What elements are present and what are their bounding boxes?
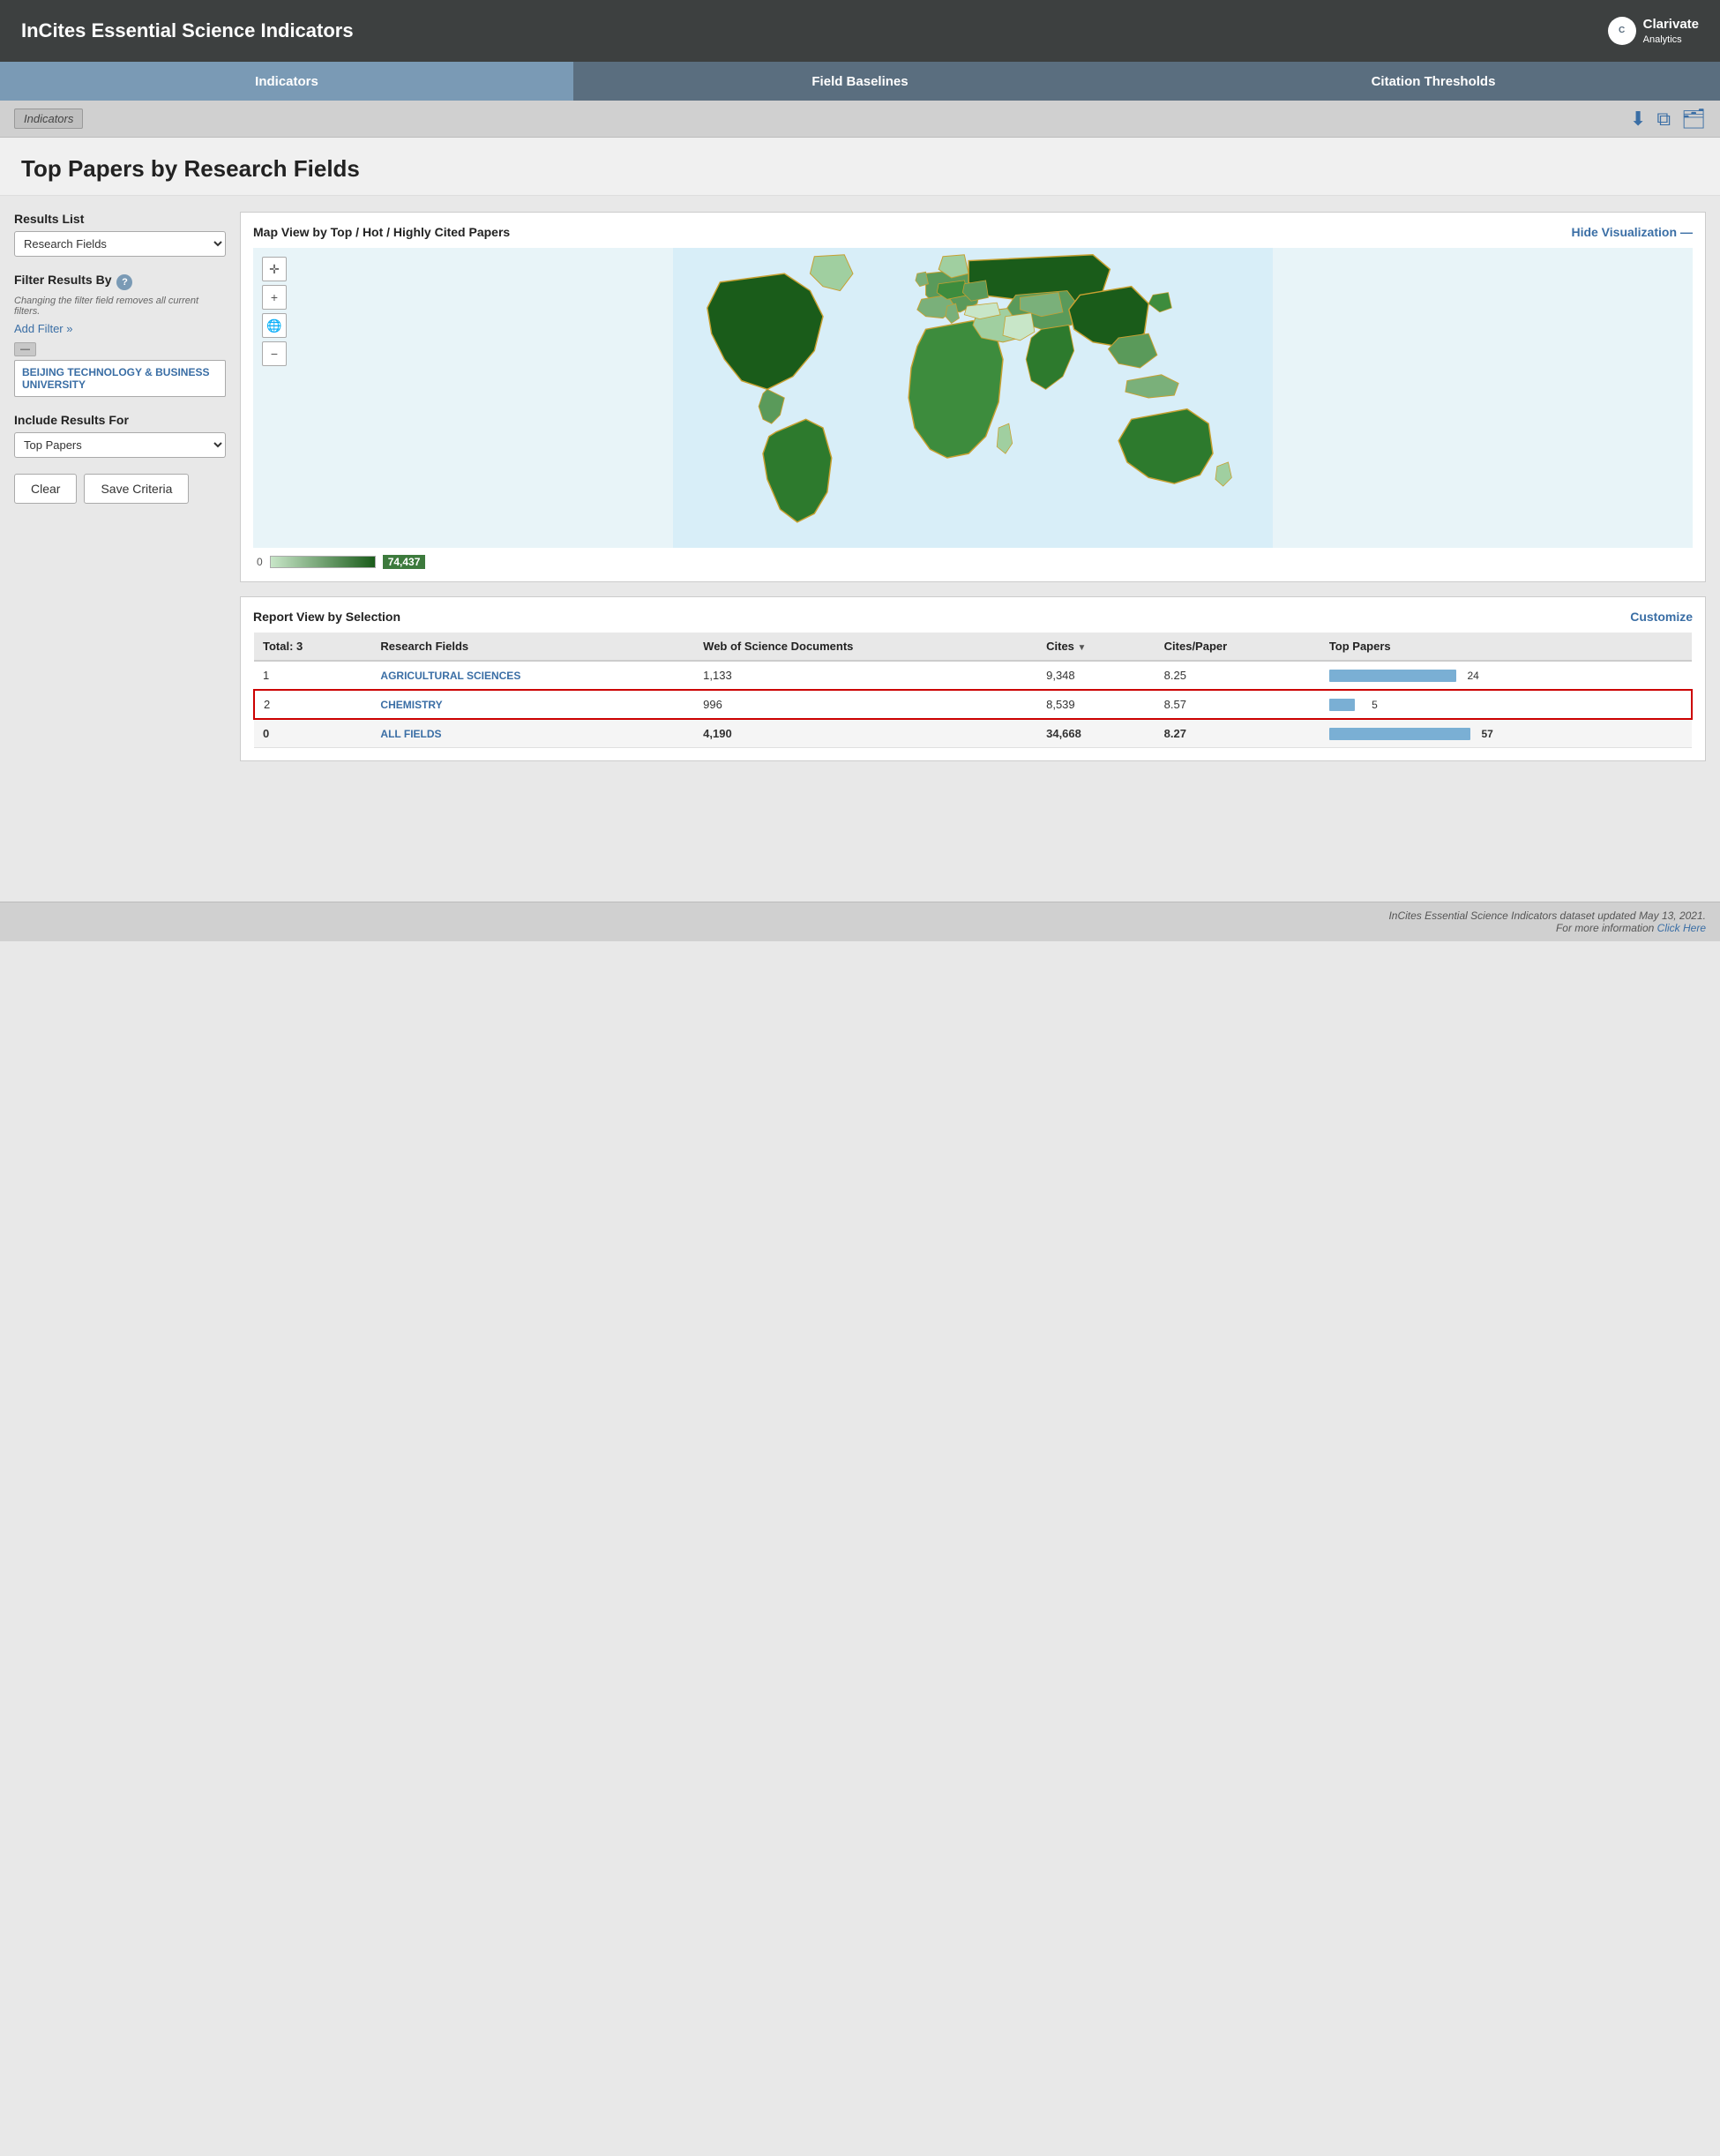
- include-results-section: Include Results For Top Papers Hot Paper…: [14, 413, 226, 458]
- col-wos-docs: Web of Science Documents: [694, 633, 1037, 661]
- cell-field[interactable]: AGRICULTURAL SCIENCES: [371, 661, 694, 690]
- filter-results-section: Filter Results By ? Changing the filter …: [14, 273, 226, 397]
- clear-button[interactable]: Clear: [14, 474, 77, 504]
- filter-results-label: Filter Results By: [14, 273, 111, 287]
- filter-help-icon[interactable]: ?: [116, 274, 132, 290]
- add-view-icon[interactable]: 🗂: [1681, 108, 1706, 131]
- cell-top-papers: 57: [1320, 719, 1692, 748]
- cell-cites: 34,668: [1037, 719, 1155, 748]
- cell-cites-per-paper: 8.27: [1155, 719, 1320, 748]
- col-cites[interactable]: Cites ▼: [1037, 633, 1155, 661]
- hide-visualization-button[interactable]: Hide Visualization —: [1571, 225, 1693, 239]
- main-nav: Indicators Field Baselines Citation Thre…: [0, 62, 1720, 101]
- col-cites-per-paper: Cites/Paper: [1155, 633, 1320, 661]
- cell-top-papers: 24: [1320, 661, 1692, 690]
- copy-icon[interactable]: ⧉: [1656, 108, 1671, 131]
- page-title: Top Papers by Research Fields: [21, 155, 1699, 183]
- table-row[interactable]: 0 ALL FIELDS 4,190 34,668 8.27 57: [254, 719, 1692, 748]
- cell-wos-docs: 996: [694, 690, 1037, 719]
- col-top-papers: Top Papers: [1320, 633, 1692, 661]
- logo-icon: C: [1608, 17, 1636, 45]
- page-title-area: Top Papers by Research Fields: [0, 138, 1720, 196]
- results-list-label: Results List: [14, 212, 226, 226]
- cell-rank: 0: [254, 719, 371, 748]
- globe-control[interactable]: 🌐: [262, 313, 287, 338]
- clarivate-logo: C Clarivate Analytics: [1608, 16, 1699, 46]
- cell-top-papers: 5: [1320, 690, 1692, 719]
- cell-cites-per-paper: 8.25: [1155, 661, 1320, 690]
- cell-cites: 8,539: [1037, 690, 1155, 719]
- footer-line1: InCites Essential Science Indicators dat…: [14, 910, 1706, 922]
- table-header-row: Total: 3 Research Fields Web of Science …: [254, 633, 1692, 661]
- customize-button[interactable]: Customize: [1630, 610, 1693, 624]
- map-header: Map View by Top / Hot / Highly Cited Pap…: [253, 225, 1693, 239]
- col-field: Research Fields: [371, 633, 694, 661]
- logo-brand: Clarivate: [1643, 16, 1699, 34]
- report-header: Report View by Selection Customize: [253, 610, 1693, 624]
- sidebar-buttons: Clear Save Criteria: [14, 474, 226, 504]
- cell-cites: 9,348: [1037, 661, 1155, 690]
- results-list-section: Results List Research Fields Countries/T…: [14, 212, 226, 257]
- nav-field-baselines[interactable]: Field Baselines: [573, 62, 1147, 101]
- cites-sort-arrow: ▼: [1078, 643, 1087, 653]
- main-content: Results List Research Fields Countries/T…: [0, 196, 1720, 902]
- legend-bar: [270, 556, 376, 568]
- zoom-in-control[interactable]: +: [262, 285, 287, 310]
- add-filter-link[interactable]: Add Filter »: [14, 322, 226, 335]
- filter-value-box: BEIJING TECHNOLOGY & BUSINESS UNIVERSITY: [14, 360, 226, 397]
- footer: InCites Essential Science Indicators dat…: [0, 902, 1720, 941]
- app-header: InCites Essential Science Indicators C C…: [0, 0, 1720, 62]
- pan-control[interactable]: ✛: [262, 257, 287, 281]
- toolbar: Indicators ⬇ ⧉ 🗂: [0, 101, 1720, 138]
- col-rank: Total: 3: [254, 633, 371, 661]
- footer-line2: For more information: [1556, 922, 1654, 934]
- download-icon[interactable]: ⬇: [1630, 108, 1646, 131]
- cell-wos-docs: 1,133: [694, 661, 1037, 690]
- report-section: Report View by Selection Customize Total…: [240, 596, 1706, 761]
- table-row[interactable]: 2 CHEMISTRY 996 8,539 8.57 5: [254, 690, 1692, 719]
- cell-field[interactable]: ALL FIELDS: [371, 719, 694, 748]
- sidebar: Results List Research Fields Countries/T…: [14, 212, 226, 886]
- include-results-select[interactable]: Top Papers Hot Papers Highly Cited Paper…: [14, 432, 226, 458]
- cell-cites-per-paper: 8.57: [1155, 690, 1320, 719]
- map-legend: 0 74,437: [253, 555, 1693, 569]
- map-title: Map View by Top / Hot / Highly Cited Pap…: [253, 225, 510, 239]
- map-section: Map View by Top / Hot / Highly Cited Pap…: [240, 212, 1706, 582]
- toolbar-actions: ⬇ ⧉ 🗂: [1630, 108, 1706, 131]
- cell-rank: 2: [254, 690, 371, 719]
- nav-indicators[interactable]: Indicators: [0, 62, 573, 101]
- legend-max: 74,437: [383, 555, 426, 569]
- zoom-out-control[interactable]: −: [262, 341, 287, 366]
- footer-link[interactable]: Click Here: [1657, 922, 1706, 934]
- world-map-container[interactable]: ✛ + 🌐 −: [253, 248, 1693, 548]
- nav-citation-thresholds[interactable]: Citation Thresholds: [1147, 62, 1720, 101]
- table-row[interactable]: 1 AGRICULTURAL SCIENCES 1,133 9,348 8.25…: [254, 661, 1692, 690]
- save-criteria-button[interactable]: Save Criteria: [84, 474, 189, 504]
- world-map-svg: [253, 248, 1693, 548]
- filter-note: Changing the filter field removes all cu…: [14, 296, 226, 317]
- filter-badge: —: [14, 342, 36, 356]
- cell-field[interactable]: CHEMISTRY: [371, 690, 694, 719]
- cell-rank: 1: [254, 661, 371, 690]
- legend-min: 0: [257, 556, 263, 568]
- results-list-select[interactable]: Research Fields Countries/Territories In…: [14, 231, 226, 257]
- logo-sub: Analytics: [1643, 34, 1699, 46]
- map-controls: ✛ + 🌐 −: [262, 257, 287, 366]
- right-panel: Map View by Top / Hot / Highly Cited Pap…: [240, 212, 1706, 886]
- report-title: Report View by Selection: [253, 610, 400, 624]
- app-title: InCites Essential Science Indicators: [21, 19, 354, 42]
- include-results-label: Include Results For: [14, 413, 226, 427]
- report-table: Total: 3 Research Fields Web of Science …: [253, 633, 1693, 748]
- cell-wos-docs: 4,190: [694, 719, 1037, 748]
- breadcrumb: Indicators: [14, 109, 83, 129]
